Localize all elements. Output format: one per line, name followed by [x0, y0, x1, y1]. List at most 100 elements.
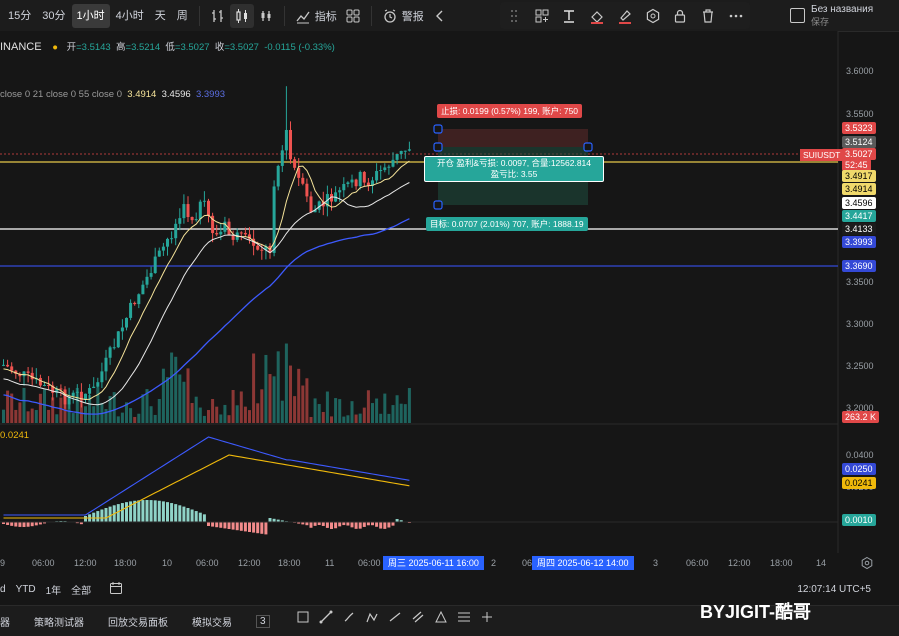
- macd-histogram-bar: [248, 522, 251, 532]
- volume-bar: [43, 389, 46, 423]
- macd-histogram-bar: [96, 511, 99, 522]
- candles-icon[interactable]: [230, 4, 254, 28]
- volume-bar: [314, 398, 317, 423]
- flag-icon[interactable]: ●: [52, 42, 58, 53]
- open-label: 开: [67, 42, 77, 53]
- macd-histogram-bar: [23, 522, 26, 527]
- triangle-tool-icon[interactable]: [434, 610, 448, 624]
- range-1y[interactable]: 1年: [46, 582, 62, 597]
- volume-bar: [121, 413, 124, 423]
- footer-tab-paper-trading[interactable]: 模拟交易: [192, 614, 232, 629]
- position-info-label[interactable]: 开仓 盈利&亏损: 0.0097, 合量:12562.814 盈亏比: 3.55: [424, 156, 604, 182]
- volume-bar: [228, 415, 231, 423]
- macd-histogram-bar: [18, 522, 21, 527]
- indicators-button[interactable]: 指标: [291, 4, 341, 28]
- settings-gear-icon[interactable]: [641, 4, 665, 28]
- more-icon[interactable]: [724, 4, 748, 28]
- border-color-icon[interactable]: [613, 4, 637, 28]
- rectangle-tool-icon[interactable]: [296, 610, 310, 624]
- footer-tab-prefix[interactable]: 器: [0, 614, 10, 629]
- alert-button[interactable]: 警报: [378, 4, 428, 28]
- axis-settings-icon[interactable]: [860, 556, 874, 573]
- macd-histogram-bar: [203, 514, 206, 522]
- text-color-icon[interactable]: [557, 4, 581, 28]
- macd-histogram-bar: [105, 508, 108, 522]
- timeframe-5[interactable]: 周: [172, 4, 193, 28]
- top-toolbar: 15分30分1小时4小时天周 指标 警报: [0, 0, 899, 32]
- range-all[interactable]: 全部: [71, 582, 91, 597]
- symbol-label: SUIUSDT: [800, 149, 843, 161]
- candle-body: [105, 358, 108, 372]
- divider: [371, 6, 372, 26]
- trash-icon[interactable]: [696, 4, 720, 28]
- position-handle: [434, 143, 442, 151]
- volume-bar: [383, 394, 386, 423]
- date-range-icon[interactable]: [109, 581, 123, 598]
- timeframe-2[interactable]: 1小时: [72, 4, 110, 28]
- templates-grid-icon[interactable]: [341, 4, 365, 28]
- template-grid-icon[interactable]: [530, 4, 554, 28]
- candle-body: [39, 378, 42, 385]
- ray-tool-icon[interactable]: [388, 610, 402, 624]
- replay-icon[interactable]: [428, 4, 452, 28]
- macd-histogram-bar: [269, 518, 272, 522]
- volume-bar: [174, 357, 177, 423]
- clock-readout[interactable]: 12:07:14 UTC+5: [797, 584, 871, 595]
- macd-histogram-bar: [379, 522, 382, 529]
- layout-name[interactable]: Без названия 保存: [790, 2, 873, 29]
- candle-body: [100, 371, 103, 382]
- lock-icon[interactable]: [668, 4, 692, 28]
- candle-body: [88, 388, 91, 394]
- candle-body: [383, 167, 386, 170]
- volume-bar: [129, 408, 132, 423]
- macd-histogram-bar: [187, 508, 190, 522]
- candle-body: [355, 180, 358, 187]
- footer-tab-strategy-tester[interactable]: 策略测试器: [34, 614, 84, 629]
- brush-tool-icon[interactable]: [342, 610, 356, 624]
- volume-bar: [199, 408, 202, 423]
- macd-histogram-bar: [375, 522, 378, 527]
- macd-histogram-bar: [256, 522, 259, 533]
- volume-bar: [203, 416, 206, 423]
- macd-histogram-bar: [137, 500, 140, 522]
- timeframe-4[interactable]: 天: [150, 4, 171, 28]
- macd-histogram-bar: [260, 522, 263, 534]
- macd-histogram-bar: [219, 522, 222, 528]
- candle-body: [219, 232, 222, 235]
- price-tick: 3.3500: [846, 277, 874, 287]
- time-tick: 9: [0, 558, 5, 568]
- line-chart-icon[interactable]: [254, 4, 278, 28]
- close-label: 收: [215, 42, 225, 53]
- candle-body: [109, 347, 112, 357]
- timeframe-1[interactable]: 30分: [37, 4, 70, 28]
- indicators-icon: [295, 8, 311, 24]
- target-label[interactable]: 目标: 0.0707 (2.01%) 707, 账户: 1888.19: [426, 217, 588, 231]
- volume-bar: [47, 410, 50, 423]
- fill-bucket-icon[interactable]: [585, 4, 609, 28]
- bar-chart-icon[interactable]: [206, 4, 230, 28]
- volume-bar: [252, 354, 255, 423]
- trendline-tool-icon[interactable]: [319, 610, 333, 624]
- drag-handle-icon[interactable]: [502, 4, 526, 28]
- timeframe-3[interactable]: 4小时: [111, 4, 149, 28]
- volume-bar: [39, 394, 42, 423]
- stop-loss-label[interactable]: 止损: 0.0199 (0.57%) 199, 账户: 750: [437, 104, 582, 118]
- volume-bar: [18, 402, 21, 423]
- footer-tab-replay-panel[interactable]: 回放交易面板: [108, 614, 168, 629]
- low-value: =3.5027: [175, 42, 210, 53]
- candle-body: [342, 184, 345, 190]
- range-ytd[interactable]: YTD: [16, 584, 36, 595]
- price-label: 3.5124: [842, 136, 876, 148]
- measure-tool-icon[interactable]: [480, 610, 494, 624]
- fib-tool-icon[interactable]: [457, 610, 471, 624]
- macd-histogram-bar: [162, 501, 165, 522]
- volume-bar: [23, 388, 26, 423]
- channel-tool-icon[interactable]: [411, 610, 425, 624]
- macd-histogram-bar: [207, 522, 210, 526]
- volume-bar: [187, 368, 190, 423]
- candle-body: [158, 251, 161, 257]
- high-value: =3.5214: [126, 42, 161, 53]
- footer-tab-number[interactable]: 3: [256, 615, 270, 628]
- pattern-tool-icon[interactable]: [365, 610, 379, 624]
- timeframe-0[interactable]: 15分: [3, 4, 36, 28]
